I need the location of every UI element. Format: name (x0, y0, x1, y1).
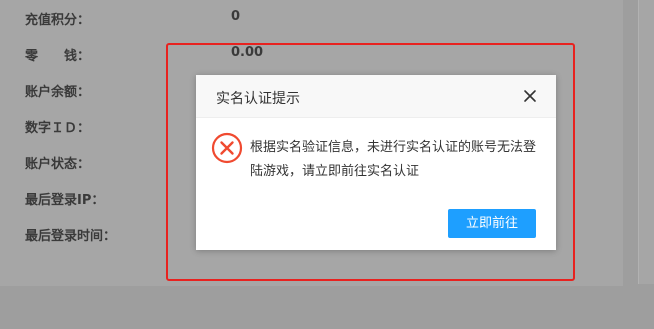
side-panel-edge (638, 0, 654, 284)
realname-dialog: 实名认证提示 根据实名验证信息，未进行实名认证的账号无法登陆游戏，请立即前往实名… (196, 75, 556, 250)
dialog-title: 实名认证提示 (216, 91, 300, 107)
dialog-header: 实名认证提示 (196, 75, 556, 118)
go-now-button[interactable]: 立即前往 (448, 209, 536, 238)
close-icon[interactable] (522, 88, 538, 104)
dialog-message: 根据实名验证信息，未进行实名认证的账号无法登陆游戏，请立即前往实名认证 (250, 140, 537, 179)
info-value: 0 (231, 9, 241, 24)
error-circle-icon (211, 132, 243, 164)
info-label: 充值积分： (25, 13, 91, 28)
